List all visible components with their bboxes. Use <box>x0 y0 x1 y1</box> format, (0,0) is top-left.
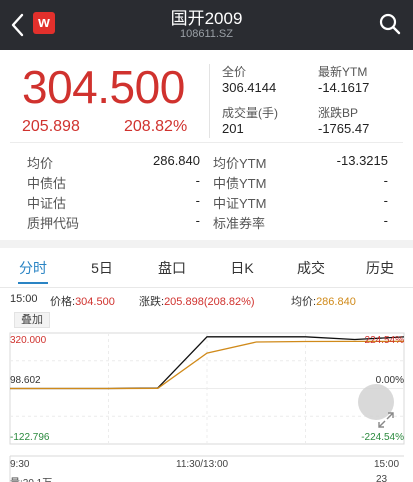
detail-label-chinabond-ytm: 中债YTM <box>213 176 267 191</box>
detail-label-standard-bond-rate: 标准券率 <box>213 216 266 231</box>
tab-trades[interactable]: 成交 <box>291 258 331 278</box>
search-icon[interactable] <box>378 12 402 36</box>
x-axis-end-label: 15:00 <box>374 459 400 470</box>
chart-price-value: 304.500 <box>75 296 115 308</box>
fullscreen-icon[interactable] <box>376 410 396 430</box>
price-line <box>10 336 405 390</box>
stat-value-change-bp: -1765.47 <box>318 121 370 136</box>
volume-label: 量:20.1万 <box>10 474 52 482</box>
divider <box>0 287 413 288</box>
pct-axis-top-label: 224.54% <box>364 335 404 346</box>
divider <box>10 142 403 143</box>
price-change: 205.898 <box>22 118 80 135</box>
detail-value-csi-valuation: - <box>195 193 200 208</box>
detail-label-chinabond-valuation: 中债估 <box>27 176 67 191</box>
detail-value-avg-ytm: -13.3215 <box>336 153 388 168</box>
chart-lines <box>10 336 405 390</box>
chart-price-label: 价格: <box>50 296 76 308</box>
chart-change-label: 涨跌: <box>139 296 165 308</box>
top-bar: w 国开2009 108611.SZ <box>0 0 413 50</box>
divider <box>209 64 210 138</box>
stat-label-latest-ytm: 最新YTM <box>318 65 368 79</box>
volume-right-label: 23 <box>376 474 388 482</box>
detail-label-pledge-code: 质押代码 <box>27 216 80 231</box>
page-title: 国开2009 <box>170 9 243 28</box>
detail-label-csi-valuation: 中证估 <box>27 196 67 211</box>
tab-order-book[interactable]: 盘口 <box>152 258 192 278</box>
stat-value-full-price: 306.4144 <box>222 80 277 95</box>
chart-time-value: 15:00 <box>10 293 38 305</box>
detail-label-avg-price: 均价 <box>27 156 54 171</box>
tab-daily-k[interactable]: 日K <box>222 258 262 278</box>
tab-history[interactable]: 历史 <box>360 258 400 278</box>
price-change-percent: 208.82% <box>124 118 188 135</box>
chart-change: 涨跌:205.898(208.82%) <box>139 293 255 309</box>
chart-time: 15:00 <box>10 293 38 305</box>
detail-value-standard-bond-rate: - <box>383 213 388 228</box>
overlay-button[interactable]: 叠加 <box>14 312 50 328</box>
stat-label-volume: 成交量(手) <box>222 106 278 120</box>
x-axis-mid-label: 11:30/13:00 <box>176 459 229 470</box>
chart-average-value: 286.840 <box>316 296 356 308</box>
bond-code: 108611.SZ <box>179 28 233 40</box>
y-axis-mid-label: 98.602 <box>10 375 41 386</box>
detail-value-chinabond-valuation: - <box>195 173 200 188</box>
chart-average: 均价:286.840 <box>291 293 356 309</box>
section-separator <box>0 240 413 248</box>
y-axis-bottom-label: -122.796 <box>10 432 50 443</box>
detail-value-avg-price: 286.840 <box>153 153 200 168</box>
stat-value-latest-ytm: -14.1617 <box>318 80 370 95</box>
tab-5-day[interactable]: 5日 <box>82 258 122 278</box>
chart-average-label: 均价: <box>291 296 317 308</box>
chart-price: 价格:304.500 <box>50 293 115 309</box>
x-axis-start-label: 9:30 <box>10 459 30 470</box>
detail-value-csi-ytm: - <box>383 193 388 208</box>
active-tab-indicator <box>18 282 48 284</box>
pct-axis-bottom-label: -224.54% <box>361 432 404 443</box>
current-price: 304.500 <box>22 61 185 113</box>
tab-intraday[interactable]: 分时 <box>13 258 53 278</box>
stat-value-volume: 201 <box>222 121 244 136</box>
stat-label-full-price: 全价 <box>222 65 247 79</box>
detail-label-csi-ytm: 中证YTM <box>213 196 267 211</box>
detail-value-chinabond-ytm: - <box>383 173 388 188</box>
chart-change-value: 205.898(208.82%) <box>164 296 255 308</box>
detail-label-avg-ytm: 均价YTM <box>213 156 267 171</box>
stat-label-change-bp: 涨跌BP <box>318 106 359 120</box>
detail-value-pledge-code: - <box>195 213 200 228</box>
y-axis-top-label: 320.000 <box>10 335 47 346</box>
